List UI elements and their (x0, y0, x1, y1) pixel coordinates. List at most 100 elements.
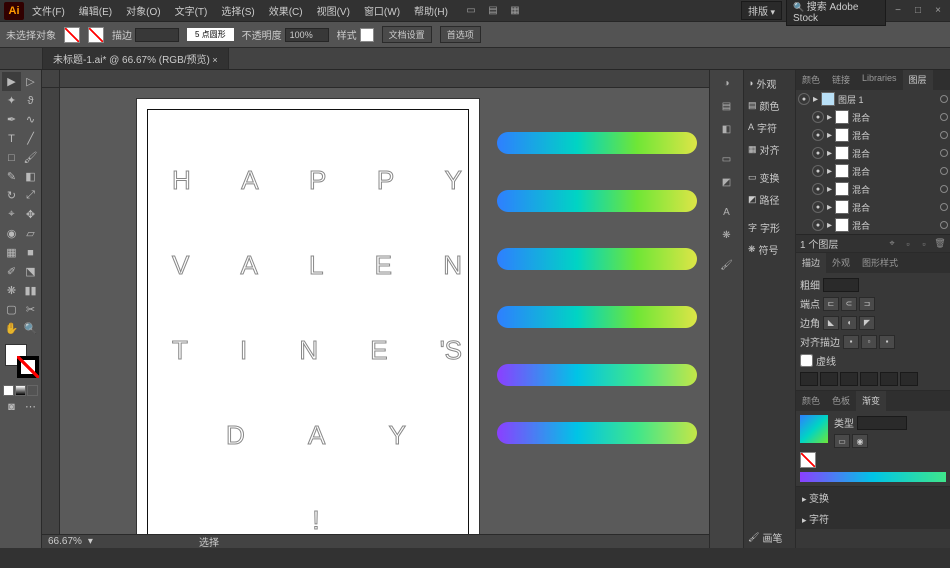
menu-edit[interactable]: 编辑(E) (73, 1, 118, 20)
menu-view[interactable]: 视图(V) (311, 1, 356, 20)
direct-selection-tool[interactable]: ▷ (21, 72, 40, 91)
dock-transform[interactable]: ▭ 变换 (744, 166, 795, 188)
line-tool[interactable]: ╱ (21, 129, 40, 148)
panel-tab-layers[interactable]: 图层 (903, 70, 933, 90)
width-tool[interactable]: ⌖ (2, 205, 21, 224)
gap-field[interactable] (900, 372, 918, 386)
menu-help[interactable]: 帮助(H) (408, 1, 454, 20)
character-panel-collapsed[interactable]: ▸ 字符 (796, 508, 950, 529)
panel-tab-stroke[interactable]: 描边 (796, 253, 826, 273)
layer-row[interactable]: ●▸混合 (796, 216, 950, 234)
zoom-tool[interactable]: 🔍 (21, 319, 40, 338)
selection-tool[interactable]: ▶ (2, 72, 21, 91)
dock-icon[interactable]: ◧ (710, 118, 743, 140)
gap-field[interactable] (820, 372, 838, 386)
cap-butt[interactable]: ⊏ (823, 297, 839, 311)
style-swatch[interactable] (360, 28, 374, 42)
stroke-weight-input[interactable] (135, 28, 179, 42)
canvas-area[interactable]: H A P P Y V A L E N T I N E (42, 70, 709, 548)
dash-field[interactable] (840, 372, 858, 386)
fill-swatch[interactable] (64, 27, 80, 43)
eyedropper-tool[interactable]: ✐ (2, 262, 21, 281)
dash-checkbox[interactable] (800, 354, 813, 367)
new-layer-icon[interactable]: ▫ (918, 238, 930, 250)
menu-file[interactable]: 文件(F) (26, 1, 71, 20)
dock-icon[interactable]: ◑ (710, 72, 743, 94)
hand-tool[interactable]: ✋ (2, 319, 21, 338)
free-transform-tool[interactable]: ✥ (21, 205, 40, 224)
stroke-color[interactable] (17, 356, 39, 378)
target-icon[interactable] (940, 113, 948, 121)
symbol-sprayer-tool[interactable]: ❋ (2, 281, 21, 300)
cap-round[interactable]: ⊂ (841, 297, 857, 311)
dock-align[interactable]: ▦ 对齐 (744, 138, 795, 160)
pen-tool[interactable]: ✒ (2, 110, 21, 129)
gradient-type-select[interactable] (857, 416, 907, 430)
layer-row[interactable]: ●▸混合 (796, 126, 950, 144)
gradient-stroke-none[interactable] (800, 452, 816, 468)
visibility-toggle[interactable]: ● (812, 129, 824, 141)
mesh-tool[interactable]: ▦ (2, 243, 21, 262)
layer-row[interactable]: ●▸混合 (796, 144, 950, 162)
dock-character[interactable]: A 字符 (744, 116, 795, 138)
perspective-tool[interactable]: ▱ (21, 224, 40, 243)
window-maximize[interactable]: □ (910, 4, 926, 18)
type-tool[interactable]: T (2, 129, 21, 148)
rotate-tool[interactable]: ↻ (2, 186, 21, 205)
slice-tool[interactable]: ✂ (21, 300, 40, 319)
corner-round[interactable]: ◖ (841, 316, 857, 330)
stroke-swatch[interactable] (88, 27, 104, 43)
dock-symbols[interactable]: ❋ 符号 (744, 238, 795, 260)
arrange-icon[interactable]: ▭ (464, 4, 478, 18)
curvature-tool[interactable]: ∿ (21, 110, 40, 129)
menu-effect[interactable]: 效果(C) (263, 1, 309, 20)
panel-tab-color[interactable]: 颜色 (796, 391, 826, 411)
trash-icon[interactable]: 🗑 (934, 238, 946, 250)
dock-icon[interactable]: ▭ (710, 148, 743, 170)
layer-row[interactable]: ●▸图层 1 (796, 90, 950, 108)
panel-tab-graphic-styles[interactable]: 图形样式 (856, 253, 904, 273)
target-icon[interactable] (940, 203, 948, 211)
dock-appearance[interactable]: ◑ 外观 (744, 72, 795, 94)
rectangle-tool[interactable]: □ (2, 148, 21, 167)
dash-field[interactable] (880, 372, 898, 386)
grad-radial[interactable]: ◉ (852, 434, 868, 448)
target-icon[interactable] (940, 185, 948, 193)
eraser-tool[interactable]: ◧ (21, 167, 40, 186)
window-close[interactable]: × (930, 4, 946, 18)
lasso-tool[interactable]: ϑ (21, 91, 40, 110)
panel-tab-libraries[interactable]: Libraries (856, 70, 903, 90)
menu-select[interactable]: 选择(S) (215, 1, 260, 20)
dock-glyphs[interactable]: 字 字形 (744, 216, 795, 238)
panel-tab-appearance[interactable]: 外观 (826, 253, 856, 273)
arrange-icon-2[interactable]: ▤ (486, 4, 500, 18)
layer-row[interactable]: ●▸混合 (796, 198, 950, 216)
menu-text[interactable]: 文字(T) (169, 1, 214, 20)
cap-square[interactable]: ⊐ (859, 297, 875, 311)
visibility-toggle[interactable]: ● (812, 219, 824, 231)
layer-row[interactable]: ●▸混合 (796, 162, 950, 180)
menu-window[interactable]: 窗口(W) (358, 1, 406, 20)
dock-icon[interactable]: A (710, 201, 743, 223)
dash-field[interactable] (800, 372, 818, 386)
gradient-tool[interactable]: ■ (21, 243, 40, 262)
panel-tab-swatches[interactable]: 色板 (826, 391, 856, 411)
scale-tool[interactable]: ⤢ (21, 186, 40, 205)
dock-icon[interactable]: ◩ (710, 171, 743, 193)
color-mode-gradient[interactable] (15, 385, 26, 396)
ruler-origin[interactable] (42, 70, 60, 88)
artboard-tool[interactable]: ▢ (2, 300, 21, 319)
ruler-vertical[interactable] (42, 88, 60, 534)
ruler-horizontal[interactable] (60, 70, 709, 88)
brush-definition[interactable]: 5 点圆形 (187, 28, 234, 41)
brushes-dock-icon[interactable]: 🖌 (710, 254, 743, 276)
new-sublayer-icon[interactable]: ▫ (902, 238, 914, 250)
grad-linear[interactable]: ▭ (834, 434, 850, 448)
gradient-slider[interactable] (800, 472, 946, 482)
dock-icon[interactable]: ❋ (710, 224, 743, 246)
paintbrush-tool[interactable]: 🖌 (21, 148, 40, 167)
stroke-weight-field[interactable] (823, 278, 859, 292)
shaper-tool[interactable]: ✎ (2, 167, 21, 186)
gradient-preview[interactable] (800, 415, 828, 443)
search-input[interactable]: 🔍 搜索 Adobe Stock (786, 0, 886, 26)
